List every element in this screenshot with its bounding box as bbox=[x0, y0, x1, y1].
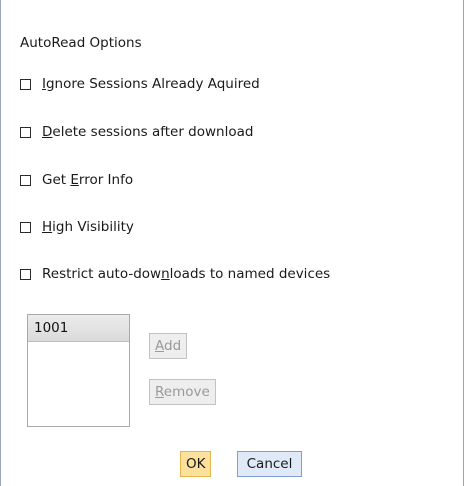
option-high-visibility[interactable]: High Visibility bbox=[20, 219, 134, 235]
get-error-info-checkbox[interactable] bbox=[20, 174, 31, 186]
remove-button[interactable]: Remove bbox=[149, 379, 216, 405]
get-error-info-label: Get Error Info bbox=[42, 172, 134, 188]
named-devices-listbox[interactable]: 1001 bbox=[27, 314, 130, 427]
dialog-title: AutoRead Options bbox=[20, 35, 142, 51]
option-delete-sessions[interactable]: Delete sessions after download bbox=[20, 124, 253, 140]
delete-sessions-checkbox[interactable] bbox=[20, 126, 31, 138]
high-visibility-label: High Visibility bbox=[42, 219, 134, 235]
delete-sessions-label: Delete sessions after download bbox=[42, 124, 254, 140]
restrict-downloads-checkbox[interactable] bbox=[20, 268, 31, 280]
option-restrict-downloads[interactable]: Restrict auto-downloads to named devices bbox=[20, 266, 330, 282]
ignore-sessions-checkbox[interactable] bbox=[20, 78, 31, 90]
option-get-error-info[interactable]: Get Error Info bbox=[20, 172, 133, 188]
autoread-options-dialog: AutoRead Options Ignore Sessions Already… bbox=[0, 0, 464, 486]
ignore-sessions-label: Ignore Sessions Already Aquired bbox=[42, 76, 260, 92]
add-button[interactable]: Add bbox=[149, 333, 188, 359]
device-list-item[interactable]: 1001 bbox=[28, 315, 129, 342]
ok-button[interactable]: OK bbox=[180, 451, 211, 477]
restrict-downloads-label: Restrict auto-downloads to named devices bbox=[42, 266, 331, 282]
option-ignore-sessions[interactable]: Ignore Sessions Already Aquired bbox=[20, 76, 260, 92]
high-visibility-checkbox[interactable] bbox=[20, 221, 31, 233]
cancel-button[interactable]: Cancel bbox=[237, 451, 302, 477]
